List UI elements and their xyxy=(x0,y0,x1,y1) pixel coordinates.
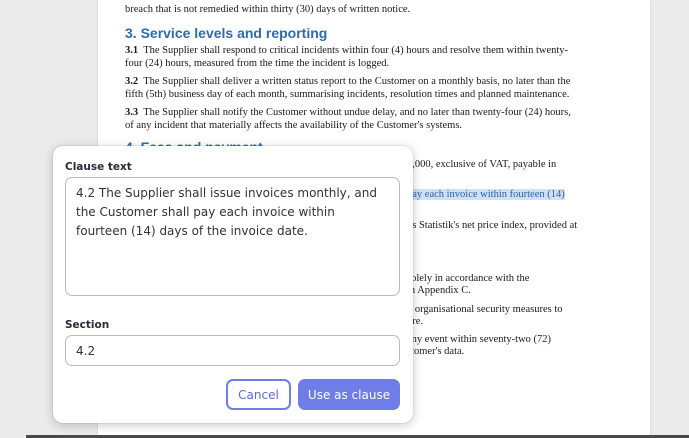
clause-3-2: 3.2 The Supplier shall deliver a written… xyxy=(125,76,577,101)
section-label: Section xyxy=(65,319,110,331)
clause-number: 3.3 xyxy=(125,107,139,118)
doc-text-fragment: any event within seventy-two (72) xyxy=(407,334,552,345)
clause-3-3: 3.3 The Supplier shall notify the Custom… xyxy=(125,107,577,132)
selected-text[interactable]: pay each invoice within fourteen (14) xyxy=(407,189,565,202)
use-as-clause-button[interactable]: Use as clause xyxy=(298,379,400,410)
clause-number: 3.2 xyxy=(125,76,139,87)
doc-text-fragment: stomer's data. xyxy=(407,346,465,357)
section-heading: 3. Service levels and reporting xyxy=(125,25,328,41)
doc-text-fragment: 5,000, exclusive of VAT, payable in xyxy=(407,159,557,170)
clause-text-field[interactable]: 4.2 The Supplier shall issue invoices mo… xyxy=(65,177,400,296)
clause-text: The Supplier shall respond to critical i… xyxy=(125,45,569,69)
cancel-button[interactable]: Cancel xyxy=(226,379,291,410)
doc-text-fragment: solely in accordance with the xyxy=(407,273,530,284)
doc-text-fragment: d organisational security measures to xyxy=(407,304,563,315)
clause-number: 3.1 xyxy=(125,45,139,56)
add-clause-dialog: Clause text 4.2 The Supplier shall issue… xyxy=(53,146,413,423)
doc-text-fragment: breach that is not remedied within thirt… xyxy=(125,4,411,15)
section-field[interactable] xyxy=(65,335,400,366)
clause-3-1: 3.1 The Supplier shall respond to critic… xyxy=(125,45,577,70)
clause-text: The Supplier shall deliver a written sta… xyxy=(125,76,571,100)
clause-text-label: Clause text xyxy=(65,161,132,173)
doc-text-fragment: in Appendix C. xyxy=(407,285,471,296)
text-highlight: pay each invoice within fourteen (14) xyxy=(407,189,565,200)
clause-text: The Supplier shall notify the Customer w… xyxy=(125,107,571,131)
doc-text-fragment: ks Statistik's net price index, provided… xyxy=(407,220,578,231)
